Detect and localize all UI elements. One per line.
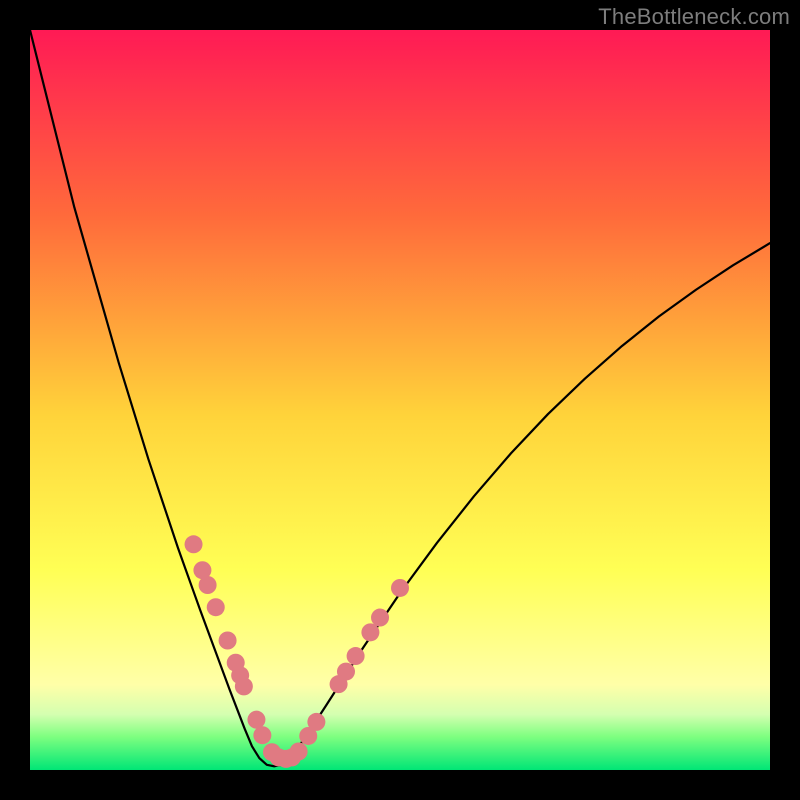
curve-marker (307, 713, 325, 731)
curve-marker (290, 743, 308, 761)
bottleneck-curve (30, 30, 770, 766)
curve-marker (185, 535, 203, 553)
curve-marker (235, 677, 253, 695)
curve-marker (371, 609, 389, 627)
watermark-text: TheBottleneck.com (598, 4, 790, 30)
curve-marker (247, 711, 265, 729)
curve-marker (207, 598, 225, 616)
curve-markers (185, 535, 409, 768)
curve-marker (391, 579, 409, 597)
curve-layer (30, 30, 770, 770)
curve-marker (347, 647, 365, 665)
curve-marker (253, 726, 271, 744)
curve-marker (199, 576, 217, 594)
curve-marker (337, 663, 355, 681)
root-frame: TheBottleneck.com (0, 0, 800, 800)
plot-area (30, 30, 770, 770)
curve-marker (219, 632, 237, 650)
curve-marker (361, 623, 379, 641)
